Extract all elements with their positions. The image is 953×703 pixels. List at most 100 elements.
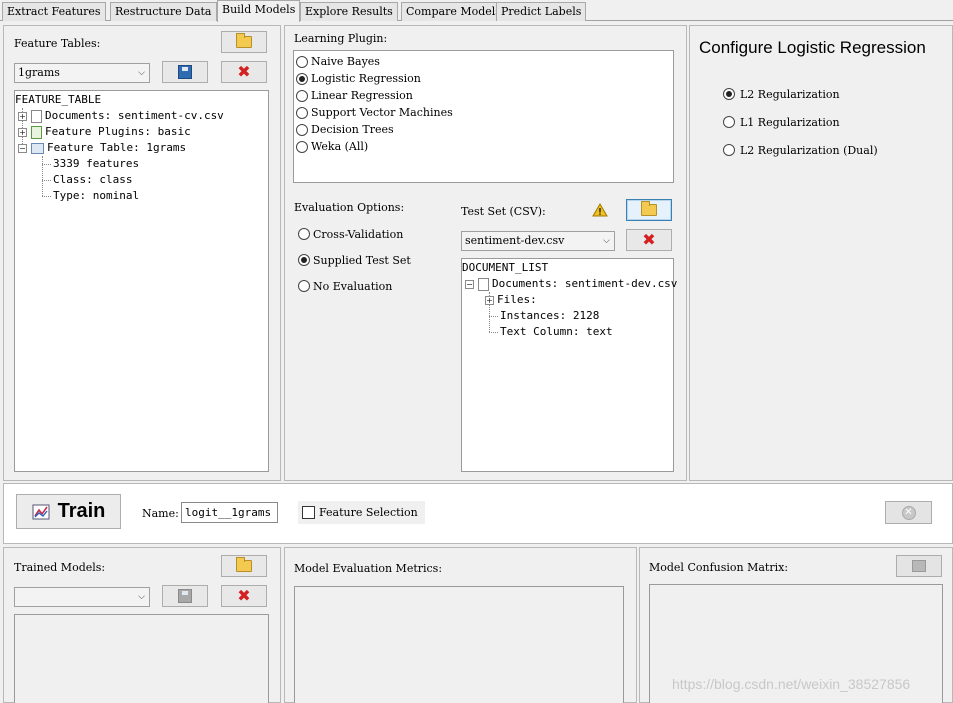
trained-model-select[interactable]: ⌵	[14, 587, 150, 607]
feature-table-select[interactable]: 1grams ⌵	[14, 63, 150, 83]
stop-icon: ✕	[901, 505, 916, 520]
table-icon	[31, 142, 44, 154]
name-label: Name:	[142, 507, 179, 520]
tree-plugins-label: Feature Plugins: basic	[45, 125, 191, 138]
plugin-label: Weka (All)	[311, 140, 369, 153]
test-set-select[interactable]: sentiment-dev.csv ⌵	[461, 231, 615, 251]
radio-selected-icon[interactable]	[296, 72, 308, 85]
confusion-matrix-label: Model Confusion Matrix:	[649, 561, 789, 574]
expand-icon[interactable]: +	[18, 111, 27, 121]
radio-selected-icon[interactable]	[298, 254, 310, 266]
tree-documents-node[interactable]: + Documents: sentiment-cv.csv	[18, 108, 224, 124]
evaluation-metrics-area	[294, 586, 624, 703]
radio-icon[interactable]	[298, 280, 310, 292]
test-set-label: Test Set (CSV):	[461, 205, 546, 218]
train-label: Train	[57, 500, 106, 522]
save-feature-table-button[interactable]	[162, 61, 208, 83]
model-name-input[interactable]: logit__1grams	[181, 502, 278, 523]
eval-supplied-test-set[interactable]: Supplied Test Set	[298, 247, 411, 273]
tree-type: Type: nominal	[53, 189, 140, 202]
export-icon	[912, 560, 926, 572]
chart-icon	[32, 504, 50, 519]
document-icon	[31, 109, 42, 123]
folder-icon	[641, 201, 657, 216]
delete-feature-table-button[interactable]: ✖	[221, 61, 267, 83]
tree-class: Class: class	[53, 173, 133, 186]
feature-selection-label: Feature Selection	[319, 506, 418, 519]
tab-restructure-data[interactable]: Restructure Data	[110, 2, 217, 21]
plugin-linear-regression[interactable]: Linear Regression	[296, 87, 453, 104]
radio-icon[interactable]	[296, 89, 308, 102]
delete-model-button[interactable]: ✖	[221, 585, 267, 607]
open-feature-table-button[interactable]	[221, 31, 267, 53]
plugin-decision-trees[interactable]: Decision Trees	[296, 121, 453, 138]
tree-plugins-node[interactable]: + Feature Plugins: basic	[18, 124, 191, 140]
folder-icon	[236, 557, 252, 572]
tree-documents-label: Documents: sentiment-cv.csv	[45, 109, 224, 122]
save-model-button[interactable]	[162, 585, 208, 607]
reg-l2-dual[interactable]: L2 Regularization (Dual)	[723, 136, 878, 164]
feature-table-selected: 1grams	[18, 66, 60, 79]
radio-selected-icon[interactable]	[723, 88, 735, 100]
plugin-weka-all[interactable]: Weka (All)	[296, 138, 453, 155]
test-tree-documents-node[interactable]: − Documents: sentiment-dev.csv	[465, 276, 677, 292]
eval-cross-validation[interactable]: Cross-Validation	[298, 221, 411, 247]
feature-tables-label: Feature Tables:	[14, 37, 101, 50]
delete-icon: ✖	[642, 230, 656, 249]
checkbox-icon[interactable]	[302, 506, 315, 519]
reg-l1[interactable]: L1 Regularization	[723, 108, 878, 136]
reg-l2[interactable]: L2 Regularization	[723, 80, 878, 108]
plugin-label: Decision Trees	[311, 123, 394, 136]
radio-icon[interactable]	[296, 140, 308, 153]
train-button[interactable]: Train	[16, 494, 121, 529]
chevron-down-icon: ⌵	[138, 68, 145, 78]
collapse-icon[interactable]: −	[465, 279, 474, 289]
radio-icon[interactable]	[298, 228, 310, 240]
plugin-label: Linear Regression	[311, 89, 413, 102]
test-tree-text-column: Text Column: text	[500, 325, 613, 338]
tab-compare-models[interactable]: Compare Models	[401, 2, 506, 21]
expand-icon[interactable]: +	[18, 127, 27, 137]
reg-label: L2 Regularization (Dual)	[740, 143, 878, 157]
tab-extract-features[interactable]: Extract Features	[2, 2, 106, 21]
evaluation-metrics-label: Model Evaluation Metrics:	[294, 562, 443, 575]
feature-selection-checkbox[interactable]: Feature Selection	[298, 501, 425, 524]
learning-plugin-label: Learning Plugin:	[294, 32, 388, 45]
plugin-label: Support Vector Machines	[311, 106, 453, 119]
test-tree-files-node[interactable]: + Files:	[485, 292, 537, 308]
radio-icon[interactable]	[296, 123, 308, 136]
eval-label: Cross-Validation	[313, 227, 404, 241]
learning-plugin-options: Naive Bayes Logistic Regression Linear R…	[296, 53, 453, 155]
reg-label: L1 Regularization	[740, 115, 840, 129]
eval-label: No Evaluation	[313, 279, 393, 293]
delete-test-set-button[interactable]: ✖	[626, 229, 672, 251]
document-icon	[478, 277, 489, 291]
folder-icon	[236, 33, 252, 48]
radio-icon[interactable]	[723, 144, 735, 156]
tree-table-node[interactable]: − Feature Table: 1grams	[18, 140, 186, 156]
watermark: https://blog.csdn.net/weixin_38527856	[672, 676, 911, 692]
collapse-icon[interactable]: −	[18, 143, 27, 153]
regularization-options: L2 Regularization L1 Regularization L2 R…	[723, 80, 878, 164]
radio-icon[interactable]	[723, 116, 735, 128]
tab-predict-labels[interactable]: Predict Labels	[496, 2, 587, 21]
plugin-label: Naive Bayes	[311, 55, 380, 68]
tab-explore-results[interactable]: Explore Results	[300, 2, 398, 21]
cancel-train-button[interactable]: ✕	[885, 501, 932, 524]
expand-icon[interactable]: +	[485, 295, 494, 305]
plugin-naive-bayes[interactable]: Naive Bayes	[296, 53, 453, 70]
open-model-button[interactable]	[221, 555, 267, 577]
trained-models-list[interactable]	[14, 614, 269, 703]
evaluation-options: Cross-Validation Supplied Test Set No Ev…	[298, 221, 411, 299]
plugin-svm[interactable]: Support Vector Machines	[296, 104, 453, 121]
export-matrix-button[interactable]	[896, 555, 942, 577]
chevron-down-icon: ⌵	[603, 236, 610, 246]
evaluation-options-label: Evaluation Options:	[294, 201, 405, 214]
radio-icon[interactable]	[296, 106, 308, 119]
open-test-set-button[interactable]	[626, 199, 672, 221]
delete-icon: ✖	[237, 586, 251, 605]
plugin-logistic-regression[interactable]: Logistic Regression	[296, 70, 453, 87]
eval-no-evaluation[interactable]: No Evaluation	[298, 273, 411, 299]
radio-icon[interactable]	[296, 55, 308, 68]
tab-build-models[interactable]: Build Models	[217, 0, 301, 22]
